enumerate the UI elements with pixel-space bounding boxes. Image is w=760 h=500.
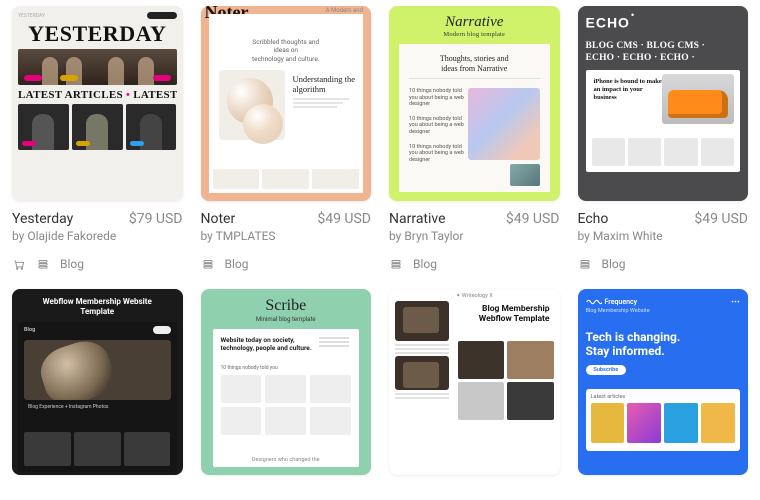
template-price: $49 USD <box>506 211 560 227</box>
thumb-list-item: 10 things nobody told you about being a … <box>409 88 471 108</box>
thumb-heading: Blog MembershipWebflow Template <box>479 305 550 325</box>
template-title[interactable]: Echo <box>578 211 609 227</box>
category-tag[interactable]: Blog <box>225 257 249 271</box>
cms-icon <box>201 257 215 271</box>
template-title[interactable]: Noter <box>201 211 236 227</box>
template-title[interactable]: Yesterday <box>12 211 73 227</box>
template-card-membership[interactable]: Webflow Membership WebsiteTemplate Blog … <box>12 289 183 475</box>
template-thumbnail[interactable]: ✦ Writeology X Blog MembershipWebflow Te… <box>389 289 560 475</box>
template-thumbnail[interactable]: Webflow Membership WebsiteTemplate Blog … <box>12 289 183 475</box>
thumb-ticker: BLOG CMS · BLOG CMS ·ECHO · ECHO · ECHO … <box>586 41 741 65</box>
thumb-caption: Scribbled thoughts and ideas ontechnolog… <box>247 38 324 63</box>
thumb-heading: Scribe <box>213 297 360 315</box>
thumb-hero-text: Tech is changing.Stay informed. <box>586 330 741 359</box>
thumb-strip: LATEST ARTICLES • LATEST ARTICL <box>18 89 177 101</box>
template-thumbnail[interactable]: ECHO• BLOG CMS · BLOG CMS ·ECHO · ECHO ·… <box>578 6 749 201</box>
thumb-heading: Webflow Membership WebsiteTemplate <box>18 297 177 316</box>
template-author[interactable]: by Maxim White <box>578 229 749 243</box>
template-card-echo[interactable]: ECHO• BLOG CMS · BLOG CMS ·ECHO · ECHO ·… <box>578 6 749 271</box>
thumb-subtitle: Minimal blog template <box>213 316 360 323</box>
category-tag[interactable]: Blog <box>602 257 626 271</box>
template-title[interactable]: Narrative <box>389 211 446 227</box>
template-thumbnail[interactable]: Frequency ⋯ Blog Membership Website Tech… <box>578 289 749 475</box>
ecommerce-icon <box>12 257 26 271</box>
cms-icon <box>578 257 592 271</box>
cms-icon <box>36 257 50 271</box>
template-card-narrative[interactable]: Narrative Modern blog template Thoughts,… <box>389 6 560 271</box>
template-card-yesterday[interactable]: YESTERDAY YESTERDAY LATEST ARTICLES • LA… <box>12 6 183 271</box>
thumb-panel-text: iPhone is bound to make an impact in you… <box>594 78 664 101</box>
template-thumbnail[interactable]: Narrative Modern blog template Thoughts,… <box>389 6 560 201</box>
template-thumbnail[interactable]: Scribe Minimal blog template Website tod… <box>201 289 372 475</box>
template-author[interactable]: by Olajide Fakorede <box>12 229 183 243</box>
category-tag[interactable]: Blog <box>60 257 84 271</box>
thumb-headline: YESTERDAY <box>18 21 177 47</box>
template-thumbnail[interactable]: Noter A Modern andSimple Blog Scribbled … <box>201 6 372 201</box>
template-author[interactable]: by TMPLATES <box>201 229 372 243</box>
thumb-title: Narrative <box>399 14 550 31</box>
thumb-top-label: ✦ Writeology X <box>389 293 560 299</box>
thumb-subtitle: Blog Membership Website <box>586 308 741 314</box>
thumb-brand: Frequency <box>605 298 638 306</box>
category-tag[interactable]: Blog <box>413 257 437 271</box>
thumb-subscribe-button: Subscribe <box>586 365 627 375</box>
template-price: $49 USD <box>694 211 748 227</box>
thumb-hero-text: Thoughts, stories andideas from Narrativ… <box>440 54 509 73</box>
template-price: $79 USD <box>129 211 183 227</box>
template-card-frequency[interactable]: Frequency ⋯ Blog Membership Website Tech… <box>578 289 749 475</box>
template-card-writeology[interactable]: ✦ Writeology X Blog MembershipWebflow Te… <box>389 289 560 475</box>
template-card-noter[interactable]: Noter A Modern andSimple Blog Scribbled … <box>201 6 372 271</box>
cms-icon <box>389 257 403 271</box>
template-card-scribe[interactable]: Scribe Minimal blog template Website tod… <box>201 289 372 475</box>
thumb-article-title: Understanding thealgorithm <box>293 74 356 108</box>
template-thumbnail[interactable]: YESTERDAY YESTERDAY LATEST ARTICLES • LA… <box>12 6 183 201</box>
template-author[interactable]: by Bryn Taylor <box>389 229 560 243</box>
template-price: $49 USD <box>317 211 371 227</box>
thumb-logo: ECHO• <box>586 14 741 31</box>
frequency-logo-icon <box>586 298 602 306</box>
thumb-subtitle: Modern blog template <box>399 31 550 38</box>
